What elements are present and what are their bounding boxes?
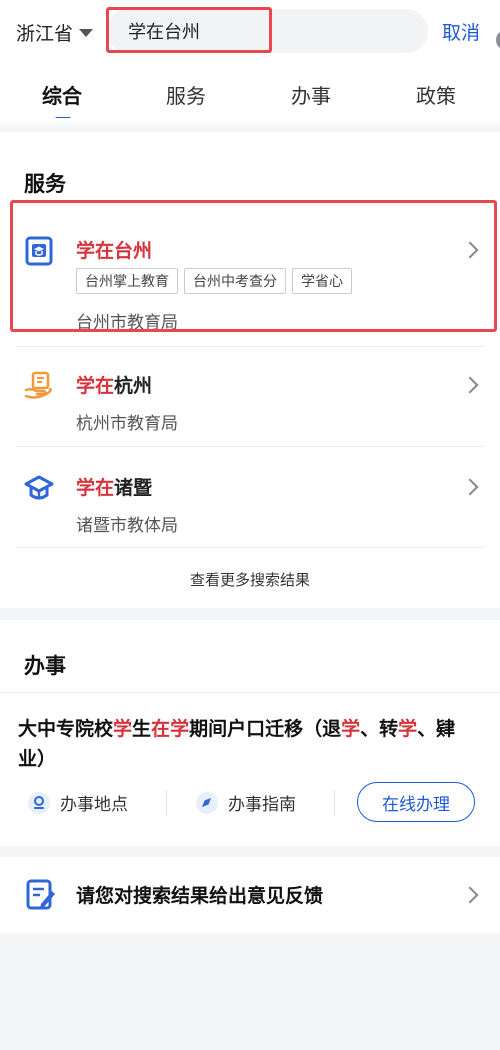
service-name-highlight: 学在 xyxy=(76,477,115,499)
caret-down-icon xyxy=(79,29,94,37)
affair-title-text: 期间户口迁移（退 xyxy=(189,718,342,740)
online-apply-button[interactable]: 在线办理 xyxy=(357,782,475,822)
service-name: 学在台州 xyxy=(76,236,152,263)
affair-title-highlight: 在 xyxy=(151,718,171,740)
service-tags: 台州掌上教育 台州中考查分 学省心 xyxy=(76,268,352,294)
services-section-title: 服务 xyxy=(24,172,66,196)
feedback-label: 请您对搜索结果给出意见反馈 xyxy=(76,885,324,907)
service-item-taizhou[interactable]: 学在台州 台州掌上教育 台州中考查分 学省心 台州市教育局 xyxy=(0,206,500,336)
affair-title-text: 生 xyxy=(132,718,152,740)
service-name: 学在杭州 xyxy=(76,371,152,398)
chevron-right-icon xyxy=(461,478,479,496)
feedback-row[interactable]: 请您对搜索结果给出意见反馈 xyxy=(0,857,500,933)
divider xyxy=(16,547,484,548)
service-department: 台州市教育局 xyxy=(76,313,178,333)
search-box[interactable] xyxy=(106,9,500,53)
more-results-link[interactable]: 查看更多搜索结果 xyxy=(0,569,500,590)
guide-action[interactable]: 办事指南 xyxy=(196,790,296,815)
service-item-zhuji[interactable]: 学在诸暨 诸暨市教体局 xyxy=(0,447,500,547)
graduation-cap-icon xyxy=(24,475,54,500)
search-input[interactable] xyxy=(128,15,358,47)
divider xyxy=(166,790,167,816)
school-badge-icon xyxy=(25,236,53,266)
service-name-rest: 诸暨 xyxy=(114,477,153,499)
service-department: 杭州市教育局 xyxy=(76,414,178,434)
feedback-form-icon xyxy=(26,879,55,910)
location-action[interactable]: 办事地点 xyxy=(28,790,128,815)
service-department: 诸暨市教体局 xyxy=(76,516,178,536)
affair-title-text: 大中专院校 xyxy=(18,718,114,740)
chevron-right-icon xyxy=(461,241,479,259)
chevron-right-icon xyxy=(461,376,479,394)
result-tabs: 综合 服务 办事 政策 xyxy=(0,78,500,122)
location-label: 办事地点 xyxy=(60,795,128,815)
search-header: 浙江省 取消 综合 服务 办事 政策 xyxy=(0,0,500,128)
tab-services[interactable]: 服务 xyxy=(166,80,206,109)
service-item-hangzhou[interactable]: 学在杭州 杭州市教育局 xyxy=(0,347,500,447)
cancel-button[interactable]: 取消 xyxy=(442,18,480,45)
service-tag[interactable]: 台州中考查分 xyxy=(184,268,286,294)
location-pin-icon xyxy=(28,791,50,814)
service-name: 学在诸暨 xyxy=(76,473,152,500)
affair-title-text: 、转 xyxy=(360,718,399,740)
affair-title-highlight: 学 xyxy=(170,718,190,740)
divider xyxy=(334,790,335,816)
book-hand-icon xyxy=(24,371,52,399)
chevron-right-icon xyxy=(461,886,479,904)
affairs-section-title: 办事 xyxy=(24,654,66,678)
tab-affairs[interactable]: 办事 xyxy=(291,80,331,109)
province-selector[interactable]: 浙江省 xyxy=(16,18,94,46)
affair-title-highlight: 学 xyxy=(398,718,418,740)
service-name-highlight: 学在 xyxy=(76,375,115,397)
service-name-rest: 台州 xyxy=(114,240,153,262)
clear-icon[interactable] xyxy=(496,30,500,50)
header-shadow xyxy=(0,118,500,132)
affair-item-title[interactable]: 大中专院校学生在学期间户口迁移（退学、转学、肄业） xyxy=(18,714,480,774)
service-tag[interactable]: 学省心 xyxy=(292,268,352,294)
service-name-rest: 杭州 xyxy=(114,375,153,397)
tab-all[interactable]: 综合 xyxy=(42,80,82,109)
tab-policies[interactable]: 政策 xyxy=(416,80,456,109)
affair-title-highlight: 学 xyxy=(341,718,361,740)
guide-label: 办事指南 xyxy=(228,795,296,815)
service-name-highlight: 学在 xyxy=(76,240,115,262)
divider xyxy=(0,692,500,693)
service-tag[interactable]: 台州掌上教育 xyxy=(76,268,178,294)
province-label: 浙江省 xyxy=(16,22,74,45)
affair-title-highlight: 学 xyxy=(113,718,133,740)
compass-icon xyxy=(196,791,218,814)
